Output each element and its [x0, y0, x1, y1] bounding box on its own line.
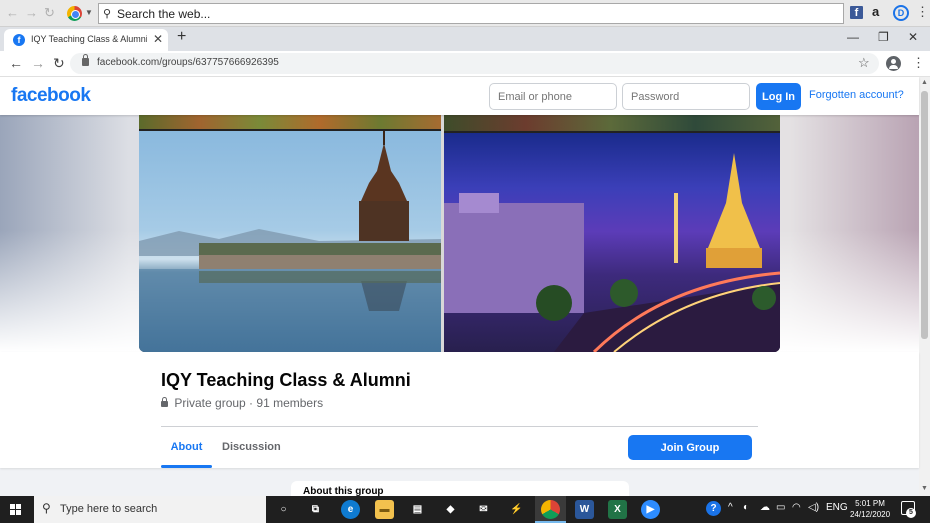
mail-icon[interactable]: ✉ [474, 500, 493, 519]
search-icon: ⚲ [42, 501, 51, 515]
pagoda-city-photo [444, 133, 780, 352]
restore-icon[interactable]: ❐ [878, 30, 889, 44]
zoom-icon[interactable]: ▶ [641, 500, 660, 519]
facebook-header: facebook Log In Forgotten account? [0, 77, 919, 115]
more-menu-icon[interactable]: ⋮ [912, 55, 925, 71]
lock-icon[interactable] [82, 54, 89, 66]
pagoda-illustration [444, 153, 780, 352]
app-icon[interactable]: ⚡ [507, 500, 526, 519]
forward-arrow-icon[interactable]: → [25, 5, 38, 20]
top-toolbar: ← → ↻ ▼ ⚲ Search the web... f a D ⋮ [0, 0, 930, 27]
web-search-placeholder: Search the web... [117, 7, 211, 21]
dropbox-icon[interactable]: ◆ [441, 500, 460, 519]
extension-menu-icon[interactable]: ⋮ [916, 4, 929, 20]
password-field[interactable] [622, 83, 750, 110]
cloud-icon[interactable]: ☁ [760, 502, 770, 513]
cortana-icon[interactable]: ○ [274, 500, 293, 519]
forward-icon[interactable]: → [31, 55, 45, 71]
facebook-logo[interactable]: facebook [11, 85, 91, 107]
tray-chevron-icon[interactable]: ^ [728, 502, 733, 513]
tab-about-label: About [170, 441, 203, 453]
address-bar-row: ← → ↻ facebook.com/groups/63775766692639… [0, 51, 930, 77]
web-search-box[interactable]: ⚲ Search the web... [98, 3, 844, 24]
active-tab-indicator [161, 465, 212, 468]
private-lock-icon [161, 397, 168, 407]
task-view-icon[interactable]: ⧉ [306, 500, 325, 519]
notification-count: 5 [906, 508, 916, 518]
back-icon[interactable]: ← [9, 55, 23, 71]
clock-date: 24/12/2020 [850, 510, 891, 519]
group-divider [161, 426, 758, 427]
reload-icon[interactable]: ↻ [44, 5, 55, 21]
language-indicator[interactable]: ENG [826, 502, 848, 513]
group-meta: Private group · 91 members [161, 396, 323, 410]
url-text[interactable]: facebook.com/groups/637757666926395 [97, 57, 279, 68]
email-field[interactable] [489, 83, 617, 110]
tab-discussion[interactable]: Discussion [222, 441, 281, 453]
volume-icon[interactable]: ◁) [808, 502, 819, 513]
chevron-down-icon[interactable]: ▼ [85, 8, 93, 17]
battery-icon[interactable]: ▭ [776, 502, 785, 513]
excel-icon[interactable]: X [608, 500, 627, 519]
bookmark-star-icon[interactable]: ☆ [858, 55, 870, 71]
cover-top-strip-right [441, 115, 780, 131]
help-icon[interactable]: ? [706, 501, 721, 516]
palace-illustration [139, 131, 441, 352]
clock-time: 5:01 PM [855, 499, 885, 508]
taskbar: ⚲ Type here to search ○ ⧉ e ▬ ▤ ◆ ✉ ⚡ W … [0, 496, 930, 523]
scroll-down-icon[interactable]: ▼ [921, 485, 928, 492]
store-icon[interactable]: ▤ [408, 500, 427, 519]
tab-title: IQY Teaching Class & Alumni | Fa [31, 34, 147, 44]
wifi-icon[interactable]: ◠ [792, 502, 801, 513]
about-section-card: About this group [291, 481, 629, 496]
windows-start-icon[interactable] [10, 504, 22, 516]
forgot-account-link[interactable]: Forgotten account? [809, 89, 904, 101]
taskbar-search-box[interactable]: ⚲ Type here to search [34, 496, 266, 523]
word-icon[interactable]: W [575, 500, 594, 519]
clock[interactable]: 5:01 PM 24/12/2020 [850, 498, 890, 520]
close-window-icon[interactable]: ✕ [908, 30, 918, 44]
reload-page-icon[interactable]: ↻ [53, 55, 65, 72]
search-icon: ⚲ [103, 8, 112, 20]
new-tab-icon[interactable]: + [177, 28, 186, 46]
browser-tab[interactable]: f IQY Teaching Class & Alumni | Fa ✕ [4, 29, 168, 51]
amazon-extension-icon[interactable]: a [872, 4, 879, 19]
palace-photo [139, 131, 441, 352]
download-extension-icon[interactable]: D [893, 5, 909, 21]
address-bar[interactable]: facebook.com/groups/637757666926395 ☆ [70, 53, 879, 74]
facebook-favicon-icon: f [13, 34, 25, 46]
network-icon[interactable]: ◐ [743, 502, 749, 513]
minimize-icon[interactable]: — [847, 30, 859, 44]
edge-browser-icon[interactable]: e [341, 500, 360, 519]
page-scrollbar[interactable]: ▲ ▼ [919, 77, 930, 496]
tab-strip: f IQY Teaching Class & Alumni | Fa ✕ [0, 27, 930, 51]
group-title: IQY Teaching Class & Alumni [161, 370, 411, 390]
scrollbar-thumb[interactable] [921, 91, 928, 339]
taskbar-search-placeholder: Type here to search [60, 503, 158, 515]
group-privacy: Private group [174, 396, 246, 410]
scroll-up-icon[interactable]: ▲ [921, 79, 928, 86]
file-explorer-icon[interactable]: ▬ [375, 500, 394, 519]
chrome-logo-icon[interactable] [67, 6, 82, 21]
join-group-button[interactable]: Join Group [628, 435, 752, 460]
back-arrow-icon[interactable]: ← [6, 5, 19, 20]
chrome-taskbar-icon[interactable] [541, 500, 560, 519]
profile-avatar-icon[interactable] [886, 56, 901, 71]
about-section-title: About this group [303, 486, 384, 496]
cover-photo[interactable] [139, 115, 780, 352]
tab-about[interactable]: About [161, 428, 212, 468]
cover-top-strip-left [139, 115, 441, 129]
facebook-extension-icon[interactable]: f [850, 6, 863, 19]
group-info-card: IQY Teaching Class & Alumni Private grou… [0, 352, 919, 468]
group-member-count[interactable]: 91 members [256, 396, 323, 410]
close-tab-icon[interactable]: ✕ [153, 32, 163, 46]
login-button[interactable]: Log In [756, 83, 801, 110]
